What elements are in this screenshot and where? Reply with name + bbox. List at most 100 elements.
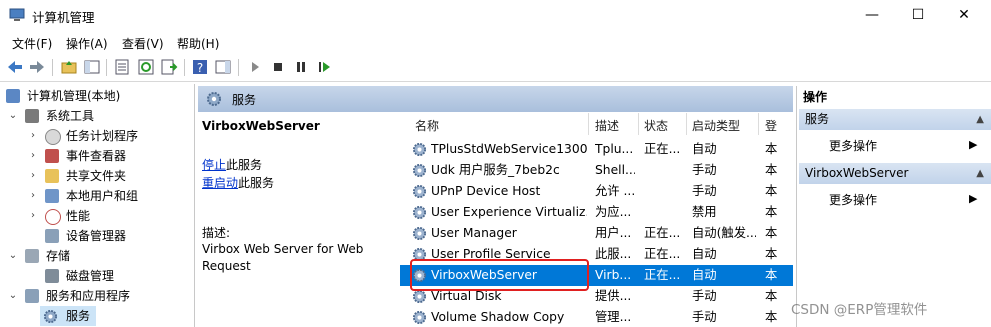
restart-suffix: 此服务 xyxy=(238,176,275,190)
service-name-cell: User Manager xyxy=(431,226,517,240)
selected-service-name: VirboxWebServer xyxy=(202,119,320,133)
start-service-icon[interactable] xyxy=(246,58,264,76)
minimize-button[interactable]: — xyxy=(849,0,895,31)
column-divider[interactable] xyxy=(588,113,589,135)
tree-item-label: 设备管理器 xyxy=(66,229,127,243)
service-logon-cell: 本 xyxy=(765,163,778,177)
service-row[interactable]: Volume Shadow Copy 管理... 手动 本 xyxy=(400,307,793,327)
forward-icon[interactable] xyxy=(28,58,46,76)
service-row[interactable]: TPlusStdWebService1300 Tplu... 正在... 自动 本 xyxy=(400,139,793,160)
service-name-cell: User Experience Virtualiz... xyxy=(431,205,587,219)
show-tree-icon[interactable] xyxy=(83,58,101,76)
expand-chevron-icon[interactable]: › xyxy=(28,206,38,226)
computer-icon xyxy=(6,89,20,103)
expand-chevron-icon[interactable]: ⌄ xyxy=(8,246,18,266)
service-row[interactable]: User Manager 用户... 正在... 自动(触发... 本 xyxy=(400,223,793,244)
help-icon[interactable]: ? xyxy=(191,58,209,76)
expand-chevron-icon[interactable]: › xyxy=(28,126,38,146)
device-manager-icon xyxy=(45,229,59,243)
service-logon-cell: 本 xyxy=(765,205,778,219)
column-name[interactable]: 名称 xyxy=(415,117,439,134)
collapse-up-icon[interactable]: ▲ xyxy=(976,163,984,184)
service-row[interactable]: UPnP Device Host 允许 ... 手动 本 xyxy=(400,181,793,202)
tree-item-label: 系统工具 xyxy=(46,109,95,123)
services-header-title: 服务 xyxy=(232,93,257,107)
gear-icon xyxy=(412,184,427,199)
actions-group-selected[interactable]: VirboxWebServer ▲ xyxy=(799,163,991,184)
menu-view[interactable]: 查看(V) xyxy=(122,35,164,52)
toolbar-separator xyxy=(106,59,107,76)
description-label: 描述: xyxy=(202,226,231,240)
tree-item-services[interactable]: 服务 xyxy=(40,306,96,326)
actions-group-services[interactable]: 服务 ▲ xyxy=(799,109,991,130)
more-actions-selected[interactable]: 更多操作 xyxy=(829,191,877,208)
toolbar-separator xyxy=(238,59,239,76)
highlight-box xyxy=(410,259,589,291)
pause-service-icon[interactable] xyxy=(292,58,310,76)
services-list: ^ 名称 描述 状态 启动类型 登 TPlusStdWebService1300… xyxy=(400,112,793,327)
close-button[interactable]: ✕ xyxy=(941,0,987,31)
tools-icon xyxy=(25,109,39,123)
up-folder-icon[interactable] xyxy=(60,58,78,76)
export-list-icon[interactable] xyxy=(160,58,178,76)
column-divider[interactable] xyxy=(758,113,759,135)
stop-suffix: 此服务 xyxy=(226,158,263,172)
expand-chevron-icon[interactable]: › xyxy=(28,166,38,186)
show-action-pane-icon[interactable] xyxy=(214,58,232,76)
service-desc-cell: 为应... xyxy=(595,205,632,219)
service-startup-cell: 自动(触发... xyxy=(692,226,756,240)
services-apps-icon xyxy=(25,289,39,303)
service-status-cell: 正在... xyxy=(644,226,681,240)
restart-service-icon[interactable] xyxy=(315,58,333,76)
svg-text:?: ? xyxy=(197,61,203,75)
shared-folder-icon xyxy=(45,169,59,183)
service-startup-cell: 手动 xyxy=(692,289,717,303)
column-divider[interactable] xyxy=(638,113,639,135)
expand-chevron-icon[interactable]: ⌄ xyxy=(8,106,18,126)
disk-icon xyxy=(45,269,59,283)
expand-chevron-icon[interactable]: › xyxy=(28,146,38,166)
service-desc-cell: Shell... xyxy=(595,163,635,177)
refresh-icon[interactable] xyxy=(137,58,155,76)
back-icon[interactable] xyxy=(6,58,24,76)
gear-icon xyxy=(207,92,221,106)
menu-bar: 文件(F) 操作(A) 查看(V) 帮助(H) xyxy=(0,31,991,53)
submenu-arrow-icon: ▶ xyxy=(969,192,978,205)
service-desc-cell: 此服... xyxy=(595,247,632,261)
users-icon xyxy=(45,189,59,203)
service-desc-cell: Virb... xyxy=(595,268,632,282)
service-status-cell: 正在... xyxy=(644,247,681,261)
service-logon-cell: 本 xyxy=(765,268,778,282)
expand-chevron-icon[interactable]: ⌄ xyxy=(8,286,18,306)
service-startup-cell: 自动 xyxy=(692,268,717,282)
properties-icon[interactable] xyxy=(113,58,131,76)
menu-file[interactable]: 文件(F) xyxy=(12,35,52,52)
service-desc-cell: 用户... xyxy=(595,226,632,240)
menu-action[interactable]: 操作(A) xyxy=(66,35,108,52)
service-name-cell: Udk 用户服务_7beb2c xyxy=(431,163,560,177)
service-status-cell: 正在... xyxy=(644,142,681,156)
collapse-up-icon[interactable]: ▲ xyxy=(976,109,984,130)
more-actions-services[interactable]: 更多操作 xyxy=(829,137,877,154)
tree-item-label: 磁盘管理 xyxy=(66,269,115,283)
actions-group-title: VirboxWebServer xyxy=(805,166,909,180)
column-logon[interactable]: 登 xyxy=(765,117,777,134)
computer-management-icon xyxy=(9,8,25,21)
column-divider[interactable] xyxy=(686,113,687,135)
stop-service-link[interactable]: 停止 xyxy=(202,158,226,172)
column-description[interactable]: 描述 xyxy=(595,117,619,134)
service-row[interactable]: Udk 用户服务_7beb2c Shell... 手动 本 xyxy=(400,160,793,181)
expand-chevron-icon[interactable]: › xyxy=(28,186,38,206)
column-status[interactable]: 状态 xyxy=(644,117,668,134)
tree-item-label: 性能 xyxy=(66,209,91,223)
restart-service-link[interactable]: 重启动 xyxy=(202,176,238,190)
service-logon-cell: 本 xyxy=(765,289,778,303)
service-desc-cell: 提供... xyxy=(595,289,632,303)
toolbar-separator xyxy=(184,59,185,76)
menu-help[interactable]: 帮助(H) xyxy=(177,35,219,52)
stop-service-icon[interactable] xyxy=(269,58,287,76)
toolbar: ? xyxy=(0,53,991,82)
column-startup-type[interactable]: 启动类型 xyxy=(692,117,740,134)
service-row[interactable]: User Experience Virtualiz... 为应... 禁用 本 xyxy=(400,202,793,223)
maximize-button[interactable]: ☐ xyxy=(895,0,941,31)
